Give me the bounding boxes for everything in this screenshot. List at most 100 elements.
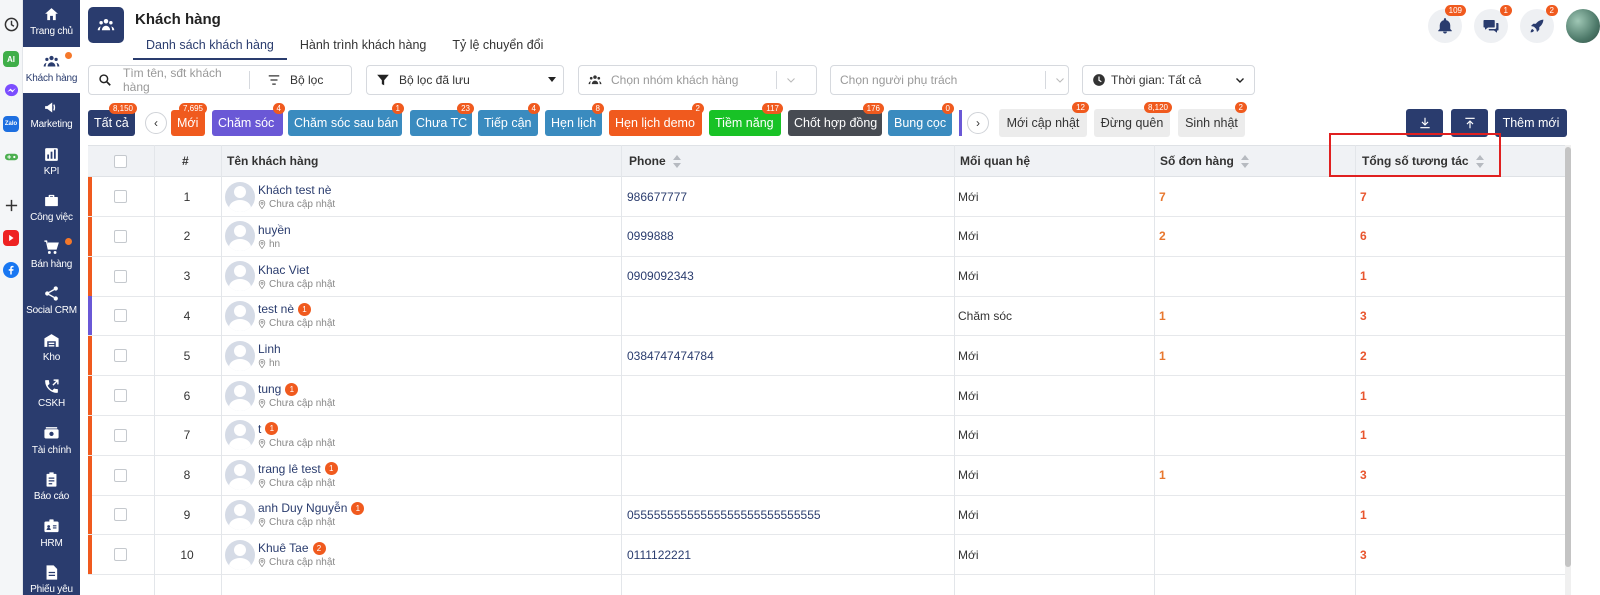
col-customer-name[interactable]: Tên khách hàng [227,146,318,176]
status-chip[interactable]: Chăm sóc sau bán 1 [288,103,404,136]
quick-filter-chip[interactable]: Mới cập nhật 12 [999,102,1089,137]
customer-phone[interactable]: 0384747474784 [627,336,714,375]
sidebar-item-warehouse[interactable]: Kho [23,326,80,372]
filter-button[interactable]: Bộ lọc [290,73,323,87]
saved-filter-select[interactable]: Bộ lọc đã lưu [366,65,564,95]
plus-icon[interactable] [3,197,19,213]
customer-cell[interactable]: t 1 Chưa cập nhật [225,416,335,455]
row-checkbox[interactable] [114,548,127,562]
customer-name[interactable]: Khuê Tae [258,541,309,555]
row-checkbox[interactable] [114,229,127,243]
game-icon[interactable] [3,148,19,164]
user-avatar[interactable] [1566,9,1600,43]
quick-filter-chip[interactable]: Đừng quên 8,120 [1094,102,1172,137]
customer-name[interactable]: huyền [258,223,291,237]
table-scrollbar[interactable] [1565,145,1571,595]
status-chip[interactable]: Chăm sóc 4 [212,103,285,136]
status-chip[interactable]: Mới 7,695 [171,103,207,136]
customer-cell[interactable]: huyền hn [225,217,291,256]
customer-name[interactable]: Linh [258,342,281,356]
messenger-icon[interactable] [3,82,19,98]
status-chip[interactable]: Chốt hợp đồng 176 [788,103,884,136]
status-chip[interactable]: Chưa TC 23 [410,103,474,136]
status-chip[interactable]: Bung cọc 0 [888,103,954,136]
status-chip[interactable]: Tất cả 8,150 [88,103,137,136]
customer-name[interactable]: Khac Viet [258,263,309,277]
customer-name[interactable]: t [258,422,261,436]
sidebar-item-home[interactable]: Trang chủ [23,0,80,46]
customer-cell[interactable]: Khac Viet Chưa cập nhật [225,257,335,296]
sidebar-item-briefcase[interactable]: Công việc [23,186,80,232]
ai-extension-icon[interactable]: AI [3,51,19,67]
customer-cell[interactable]: anh Duy Nguyễn 1 Chưa cập nhật [225,495,365,534]
customer-cell[interactable]: trang lê test 1 Chưa cập nhật [225,456,338,495]
table-row[interactable]: 3 Khac Viet Chưa cập nhật 0909092343 Mới 1 [88,256,1565,297]
sidebar-item-clipboard[interactable]: Báo cáo [23,465,80,511]
chips-scroll-right-button[interactable]: › [967,112,989,134]
customer-cell[interactable]: test nè 1 Chưa cập nhật [225,296,335,335]
status-chip[interactable]: Hẹn lịch demo 2 [609,103,704,136]
row-checkbox[interactable] [114,389,127,402]
sidebar-item-customers[interactable]: Khách hàng [23,46,80,93]
status-chip[interactable]: Tiềm năng 117 [709,103,783,136]
customer-name[interactable]: anh Duy Nguyễn [258,501,347,515]
table-row[interactable]: 10 Khuê Tae 2 Chưa cập nhật 0111122221 Mới 3 [88,535,1565,576]
tab-customer-list[interactable]: Danh sách khách hàng [133,36,287,60]
table-row[interactable]: 9 anh Duy Nguyễn 1 Chưa cập nhật 05555555555… [88,495,1565,536]
row-checkbox[interactable] [114,508,127,522]
time-select[interactable]: Thời gian: Tất cả [1082,65,1255,95]
sidebar-item-id-card[interactable]: HRM [23,512,80,558]
search-input[interactable]: Tìm tên, sđt khách hàng [123,66,249,94]
status-chip[interactable]: Tiếp cận 4 [478,103,540,136]
table-row[interactable]: 5 Linh hn 0384747474784 Mới 1 2 [88,336,1565,377]
chips-scroll-left-button[interactable]: ‹ [145,112,167,134]
customer-phone[interactable]: 0111122221 [627,535,691,574]
customer-group-select[interactable]: Chọn nhóm khách hàng [578,65,817,95]
customer-name[interactable]: Khách test nè [258,183,331,197]
customer-name[interactable]: test nè [258,302,294,316]
status-chip[interactable]: Hẹn lịch 8 [545,103,604,136]
sidebar-item-document[interactable]: Phiếu yêu [23,558,80,595]
table-row[interactable]: 4 test nè 1 Chưa cập nhật Chăm sóc 1 3 [88,296,1565,337]
col-phone[interactable]: Phone [629,146,682,176]
sidebar-item-phone[interactable]: CSKH [23,372,80,418]
clock-icon[interactable] [3,16,19,32]
col-order-count[interactable]: Số đơn hàng [1160,146,1250,176]
sort-icon[interactable] [1240,154,1250,168]
tab-conversion-rate[interactable]: Tỷ lệ chuyển đổi [439,36,556,60]
chat-button[interactable]: 1 [1474,5,1512,43]
zalo-icon[interactable]: Zalo [3,116,19,132]
customer-name[interactable]: trang lê test [258,462,321,476]
table-row[interactable]: 6 tung 1 Chưa cập nhật Mới 1 [88,376,1565,416]
row-checkbox[interactable] [114,349,127,363]
sidebar-item-share[interactable]: Social CRM [23,279,80,325]
customer-phone[interactable]: 05555555555555555555555555555 [627,495,821,534]
row-checkbox[interactable] [114,468,127,482]
row-checkbox[interactable] [114,309,127,323]
row-checkbox[interactable] [114,269,127,283]
col-relationship[interactable]: Mối quan hệ [960,146,1030,176]
customer-cell[interactable]: Linh hn [225,336,281,375]
quick-filter-chip[interactable]: Sinh nhật 2 [1178,102,1247,137]
sidebar-item-megaphone[interactable]: Marketing [23,93,80,139]
table-row[interactable]: 7 t 1 Chưa cập nhật Mới 1 [88,415,1565,456]
sort-icon[interactable] [672,154,682,168]
rocket-button[interactable]: 2 [1520,5,1558,43]
table-row[interactable]: 1 Khách test nè Chưa cập nhật 986677777 Mới 7… [88,177,1565,217]
row-checkbox[interactable] [114,428,127,442]
customer-cell[interactable]: Khuê Tae 2 Chưa cập nhật [225,535,335,574]
owner-select[interactable]: Chọn người phụ trách [830,65,1069,95]
facebook-icon[interactable] [3,262,19,278]
customer-cell[interactable]: tung 1 Chưa cập nhật [225,376,335,415]
add-new-button[interactable]: Thêm mới [1495,109,1567,137]
customer-phone[interactable]: 0999888 [627,217,674,256]
sidebar-item-cart[interactable]: Bán hàng [23,233,80,279]
customer-phone[interactable]: 986677777 [627,177,687,216]
table-row[interactable]: 8 trang lê test 1 Chưa cập nhật Mới 1 3 [88,455,1565,496]
select-all-checkbox[interactable] [114,154,127,168]
sidebar-item-chart[interactable]: KPI [23,140,80,186]
tab-customer-journey[interactable]: Hành trình khách hàng [287,36,439,60]
notifications-button[interactable]: 109 [1428,5,1466,43]
scrollbar-thumb[interactable] [1565,147,1571,567]
sidebar-item-money[interactable]: Tài chính [23,419,80,465]
